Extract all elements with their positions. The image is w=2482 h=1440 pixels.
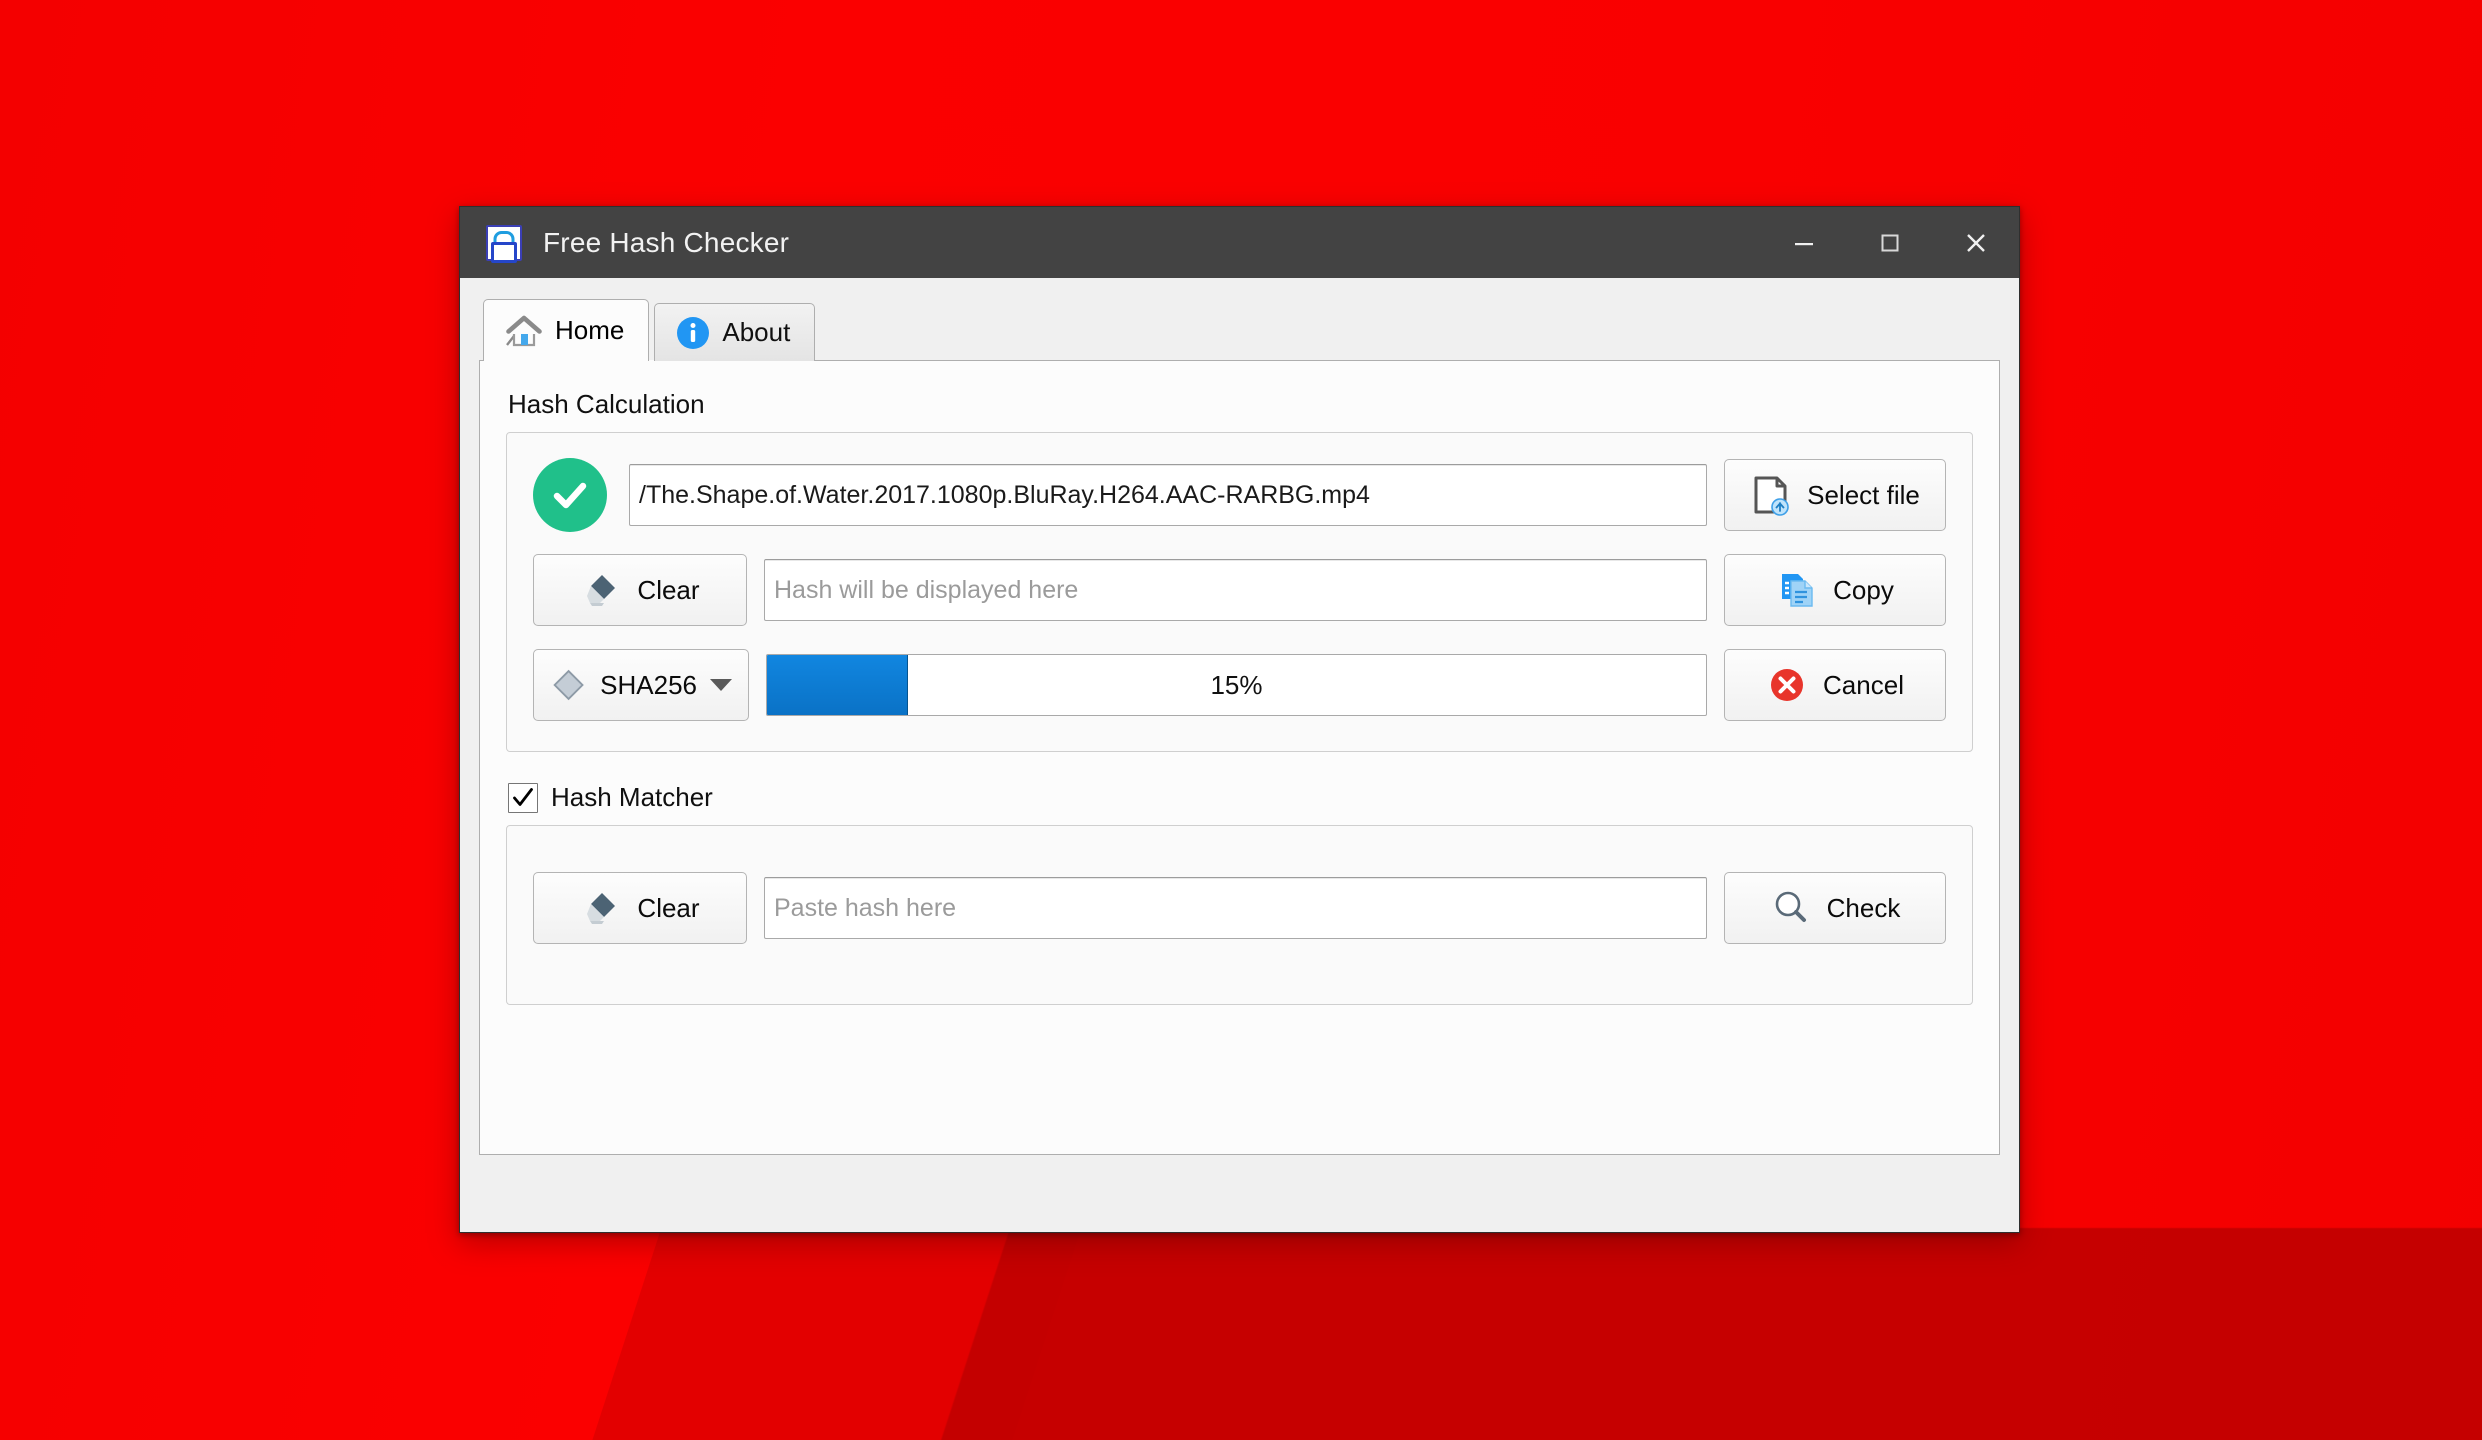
select-file-label: Select file [1807,479,1920,510]
hash-output-input[interactable] [764,559,1707,621]
diamond-icon [553,669,584,701]
client-area: Home About Hash Calculation /The.Shape.o… [460,278,2019,1232]
checkmark-glyph [553,482,587,509]
clear-hash-label: Clear [637,574,700,605]
padlock-document-icon [486,224,522,261]
eraser-icon [587,893,616,924]
hash-calculation-group: Select file Clear [506,432,1973,752]
file-path-input[interactable] [629,464,1707,526]
document-add-icon [1754,476,1789,516]
title-bar: Free Hash Checker [460,207,2019,278]
hash-calculation-label: Hash Calculation [508,389,705,419]
copy-button[interactable]: Copy [1724,554,1946,626]
tab-home[interactable]: Home [483,299,650,361]
application-window: Free Hash Checker Home About Hash Calcul… [459,206,2020,1233]
algorithm-select[interactable]: SHA256 [533,649,749,721]
tab-panel-home: Hash Calculation /The.Shape.of.Water.201… [479,360,2000,1155]
hash-row: Clear Copy [533,554,1946,626]
cancel-circle-icon [1771,669,1804,701]
cancel-button[interactable]: Cancel [1724,649,1946,721]
clear-hash-button[interactable]: Clear [533,554,747,626]
progress-row: SHA256 15% Cancel [533,649,1946,721]
window-long-shadow [873,1228,2482,1440]
file-row: Select file [533,458,1946,532]
check-circle-icon [533,458,607,532]
hash-matcher-toggle[interactable]: Hash Matcher [508,782,1973,813]
matcher-row: Clear Check [533,872,1946,944]
eraser-icon [587,575,616,606]
hash-matcher-group: Clear Check [506,825,1973,1005]
minimize-button[interactable] [1761,207,1847,278]
progress-bar: 15% [766,654,1707,716]
home-icon [506,315,542,347]
clear-matcher-button[interactable]: Clear [533,872,747,944]
hash-matcher-checkbox[interactable] [508,782,538,813]
clear-matcher-label: Clear [637,892,700,923]
copy-documents-icon [1782,574,1813,607]
magnifier-icon [1775,891,1806,922]
select-file-button[interactable]: Select file [1724,459,1946,531]
chevron-down-icon [710,679,732,691]
check-label: Check [1826,892,1901,923]
maximize-button[interactable] [1847,207,1933,278]
tab-about[interactable]: About [654,303,816,361]
check-button[interactable]: Check [1724,872,1946,944]
cancel-label: Cancel [1823,669,1904,700]
algorithm-label: SHA256 [600,669,697,700]
info-icon [677,316,710,349]
tab-home-label: Home [555,315,625,345]
window-controls [1761,207,2019,278]
progress-percent-text: 15% [1210,669,1263,700]
minimize-icon [1795,242,1813,245]
paste-hash-input[interactable] [764,877,1707,939]
tab-strip: Home About [483,299,2000,361]
checkmark-icon [513,787,533,806]
close-icon [1967,233,1985,252]
maximize-icon [1881,234,1899,251]
hash-matcher-label: Hash Matcher [551,782,713,812]
window-title: Free Hash Checker [543,226,790,258]
close-button[interactable] [1933,207,2019,278]
tab-about-label: About [722,317,791,347]
copy-label: Copy [1833,574,1894,605]
